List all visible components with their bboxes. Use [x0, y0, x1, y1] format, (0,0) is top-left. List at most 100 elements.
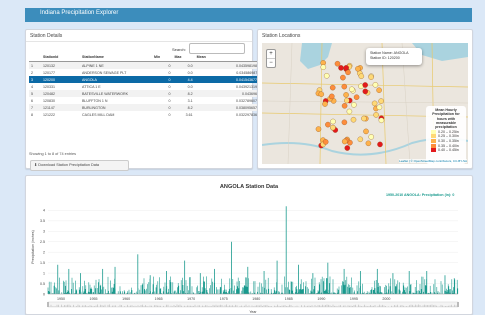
- station-marker[interactable]: [376, 104, 383, 111]
- station-marker[interactable]: [315, 126, 322, 132]
- y-tick-label: 1.5: [40, 261, 45, 265]
- cell-min: 0: [151, 76, 173, 83]
- column-header-stationname[interactable]: StationName: [79, 53, 152, 62]
- y-tick-label: 1: [43, 271, 45, 275]
- station-marker[interactable]: [361, 115, 367, 122]
- station-details-title: Station Details: [30, 33, 63, 39]
- station-marker[interactable]: [334, 60, 341, 67]
- station-marker[interactable]: [322, 139, 329, 145]
- cell-stationid: 120132: [41, 61, 80, 69]
- x-tick-label: 1955: [90, 297, 98, 301]
- table-header-row: StationId StationName Min Max Mean: [29, 53, 273, 62]
- station-marker[interactable]: [346, 108, 353, 115]
- app-header: Indiana Precipitation Explorer: [25, 8, 472, 22]
- station-marker[interactable]: [355, 66, 361, 72]
- map-attribution[interactable]: Leaflet | © OpenStreetMap contributors, …: [399, 159, 467, 163]
- table-row[interactable]: 3 120200 ANGOLA 0 4.4 0.0415436777432997: [29, 76, 273, 83]
- cell-min: 0: [168, 84, 171, 89]
- table-row[interactable]: 5120482BATESVILLE WATERWORK08.20.0436965…: [29, 90, 273, 97]
- cell-min: 0: [168, 70, 171, 75]
- station-marker[interactable]: [341, 119, 348, 126]
- y-tick-label: 4: [43, 209, 45, 213]
- station-marker[interactable]: [341, 138, 348, 145]
- station-marker[interactable]: [322, 101, 328, 107]
- row-number: 7: [29, 104, 41, 111]
- station-marker[interactable]: [353, 94, 360, 100]
- zoom-out-button[interactable]: −: [267, 58, 275, 67]
- precipitation-series[interactable]: [47, 276, 459, 294]
- legend-item: 0.20 – 0.25in: [428, 129, 464, 134]
- station-table: StationId StationName Min Max Mean 1 1201…: [29, 53, 273, 118]
- range-handle-right[interactable]: [457, 302, 459, 307]
- station-marker[interactable]: [343, 92, 349, 98]
- station-marker[interactable]: [357, 136, 364, 143]
- column-header-min[interactable]: Min: [151, 53, 173, 62]
- station-marker[interactable]: [373, 112, 379, 118]
- station-marker[interactable]: [329, 84, 336, 91]
- table-row[interactable]: 6 120830 BLUFFTON 1 N 0 3.1 0.032789607996847…: [29, 97, 273, 104]
- legend-swatch: [431, 129, 436, 134]
- station-marker[interactable]: [362, 88, 369, 95]
- row-number: 4: [31, 84, 33, 89]
- legend-item: 0.30 – 0.35in: [428, 138, 464, 144]
- table-info: Showing 1 to 8 of 74 entries: [29, 152, 77, 156]
- station-marker[interactable]: [329, 93, 335, 100]
- table-row[interactable]: 7 121147 BURLINGTON 0 8.2 0.0380956575426794: [29, 104, 273, 111]
- legend-title: Mean Hourly Precipitation for hours with…: [432, 108, 460, 130]
- station-marker[interactable]: [325, 121, 331, 128]
- station-marker[interactable]: [351, 102, 357, 108]
- station-marker[interactable]: [350, 116, 357, 123]
- station-marker[interactable]: [343, 65, 349, 71]
- station-map[interactable]: + − Station Name: ANGOLA Station ID: 120…: [262, 43, 468, 164]
- cell-max: 3.1: [187, 98, 193, 103]
- station-marker[interactable]: [372, 82, 379, 88]
- station-marker[interactable]: [377, 141, 383, 148]
- station-marker[interactable]: [341, 103, 348, 109]
- legend-swatch: [431, 134, 436, 139]
- station-marker[interactable]: [368, 134, 374, 140]
- station-marker[interactable]: [371, 100, 378, 107]
- station-marker[interactable]: [330, 118, 336, 125]
- precipitation-chart[interactable]: 0 0.5 1 1.5 2 2.5 3 3.5 4 1950 1955 1960 1965 1970 197…: [26, 176, 472, 314]
- column-header-max[interactable]: Max: [172, 53, 195, 62]
- column-header-stationid[interactable]: StationId: [41, 53, 80, 62]
- legend-label: 0.40 – 0.45in: [438, 148, 459, 153]
- station-marker[interactable]: [320, 64, 327, 70]
- station-marker[interactable]: [318, 91, 325, 97]
- station-marker[interactable]: [376, 87, 382, 93]
- zoom-in-button[interactable]: +: [267, 50, 275, 58]
- station-marker[interactable]: [330, 124, 336, 131]
- range-handle-left[interactable]: [47, 302, 49, 307]
- table-row[interactable]: 2 120177 ANDERSON SEWAGE PLT 0 0.0 0.03458698…: [29, 69, 273, 76]
- station-marker[interactable]: [323, 73, 330, 79]
- station-marker[interactable]: [378, 117, 385, 124]
- table-row[interactable]: 1 120132 ALPINE 1 NE 0 0.0 0.0435981985978109: [29, 61, 273, 69]
- y-axis-label: Precipitation (inches): [31, 230, 35, 264]
- station-marker[interactable]: [338, 65, 344, 71]
- cell-stationname: ANGOLA: [79, 76, 152, 83]
- station-marker[interactable]: [378, 98, 384, 104]
- station-locations-title: Station Locations: [262, 33, 301, 39]
- station-marker[interactable]: [362, 82, 368, 88]
- station-marker[interactable]: [340, 74, 346, 81]
- download-button[interactable]: ⬇ Download Station Precipitation Data: [30, 160, 129, 171]
- cell-max: 4.4: [172, 76, 195, 83]
- cell-max: 3.61: [185, 112, 193, 117]
- cell-min: 0: [151, 90, 173, 97]
- x-tick-label: 1970: [187, 297, 195, 301]
- station-marker[interactable]: [358, 73, 365, 79]
- x-tick-label: 1990: [317, 297, 325, 301]
- download-button-label: Download Station Precipitation Data: [38, 163, 100, 167]
- table-row[interactable]: 4 120331 ATTICA 1 E 0 0.0 0.0439213194135936: [29, 83, 273, 90]
- cell-stationid: 120482: [41, 90, 80, 97]
- table-row[interactable]: 8 121222 CAGLES MILL DAM 0 3.61 0.03229783693…: [29, 111, 273, 118]
- station-marker[interactable]: [363, 128, 369, 135]
- station-marker[interactable]: [365, 140, 372, 147]
- station-marker[interactable]: [344, 97, 350, 104]
- station-chart-panel: ANGOLA Station Data 1950-2010 ANGOLA: Pr…: [25, 175, 473, 315]
- station-marker[interactable]: [344, 145, 351, 151]
- station-marker[interactable]: [341, 83, 348, 90]
- station-marker[interactable]: [349, 86, 355, 93]
- x-tick-label: 2000: [382, 297, 390, 301]
- station-marker[interactable]: [368, 74, 374, 80]
